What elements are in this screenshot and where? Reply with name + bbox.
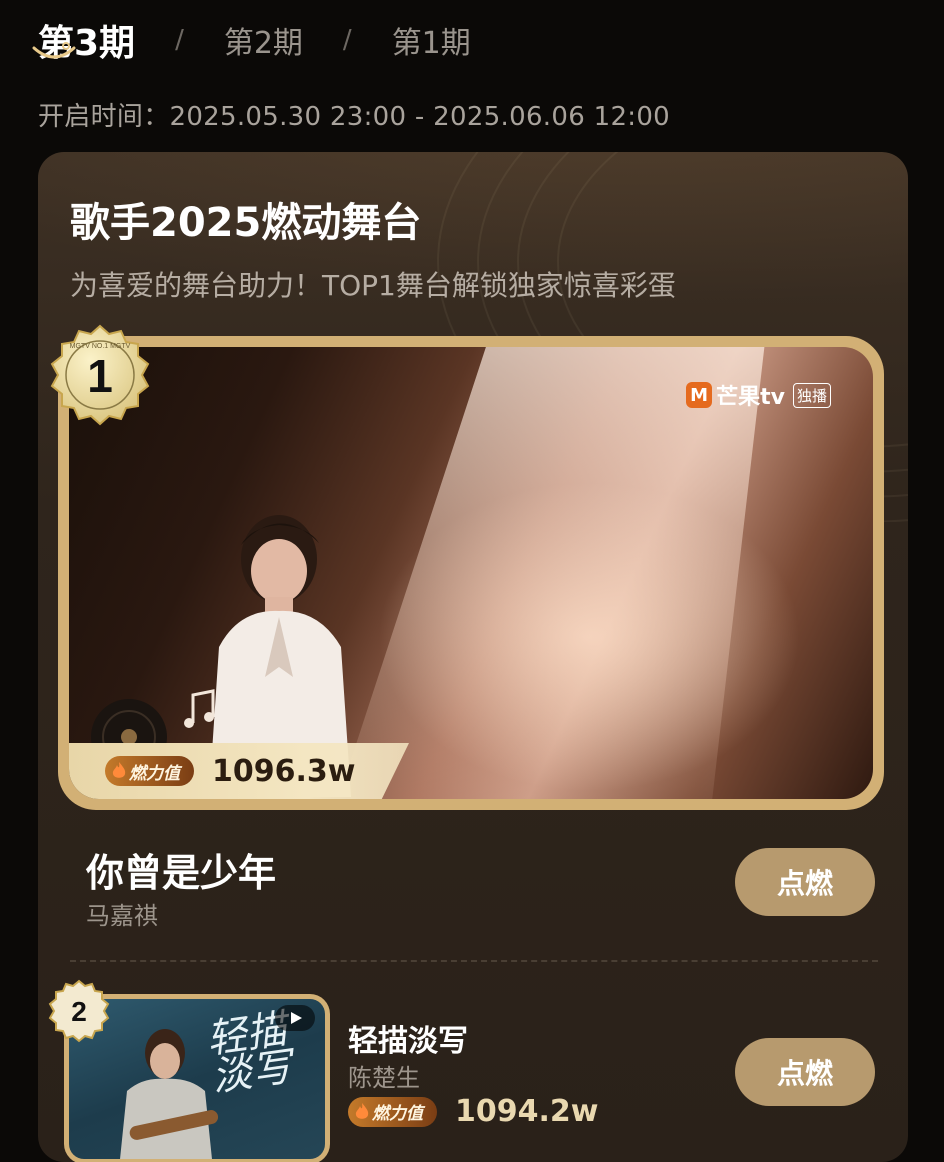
rank-1-video-frame[interactable]: M 芒果tv 独播 燃力值 1096.3w: [58, 336, 884, 810]
ignite-button-2[interactable]: 点燃: [735, 1038, 875, 1106]
rank-1-song-title: 你曾是少年: [86, 851, 277, 895]
rank-2-score-row: 燃力值 1094.2w: [348, 1094, 598, 1129]
ranking-card: 歌手2025燃动舞台 为喜爱的舞台助力！TOP1舞台解锁独家惊喜彩蛋 M 芒果t…: [38, 152, 908, 1162]
exclusive-tag: 独播: [792, 382, 831, 408]
mango-tv-icon: M: [686, 382, 713, 408]
tab-period-2[interactable]: 第2期: [224, 18, 303, 62]
rank-1-number: 1: [87, 350, 113, 402]
rank-1-score: 1096.3w: [212, 753, 356, 789]
fire-value-badge: 燃力值: [105, 756, 194, 786]
rank-1-artist: 马嘉祺: [86, 902, 158, 930]
card-title: 歌手2025燃动舞台: [70, 200, 422, 246]
tab-period-1[interactable]: 第1期: [392, 18, 471, 62]
fire-value-badge: 燃力值: [348, 1096, 437, 1127]
open-time: 开启时间：2025.05.30 23:00 - 2025.06.06 12:00: [38, 102, 671, 132]
mango-tv-text: 芒果tv: [716, 385, 785, 410]
music-note-icon: [184, 689, 215, 728]
fire-value-label: 燃力值: [372, 1104, 423, 1124]
card-subtitle: 为喜爱的舞台助力！TOP1舞台解锁独家惊喜彩蛋: [70, 269, 676, 302]
rank-2-number: 2: [71, 996, 87, 1027]
tab-separator: /: [342, 25, 352, 55]
rank-2-song-title: 轻描淡写: [348, 1024, 468, 1059]
period-tabs: 第3期 / 第2期 / 第1期: [38, 10, 471, 70]
flame-icon: [355, 1102, 369, 1119]
flame-icon: [112, 762, 126, 778]
rank-1-score-bar: 燃力值 1096.3w: [69, 743, 409, 799]
rank-2-score: 1094.2w: [455, 1094, 599, 1129]
divider: [70, 960, 878, 962]
rank-2-medal: 2: [48, 979, 110, 1043]
rank-1-badge-text: MGTV NO.1 MGTV: [70, 343, 131, 350]
active-tab-smile-icon: [32, 42, 76, 59]
tab-separator: /: [175, 25, 184, 55]
rank-1-stage-image[interactable]: M 芒果tv 独播 燃力值 1096.3w: [69, 347, 873, 799]
rank-1-medal: 1 MGTV NO.1 MGTV: [50, 324, 150, 426]
rank-2-artist: 陈楚生: [348, 1064, 420, 1092]
fire-value-label: 燃力值: [129, 763, 180, 784]
mango-tv-logo: M 芒果tv 独播: [686, 379, 831, 411]
ignite-button-1[interactable]: 点燃: [735, 848, 875, 916]
play-icon[interactable]: [275, 1005, 315, 1031]
